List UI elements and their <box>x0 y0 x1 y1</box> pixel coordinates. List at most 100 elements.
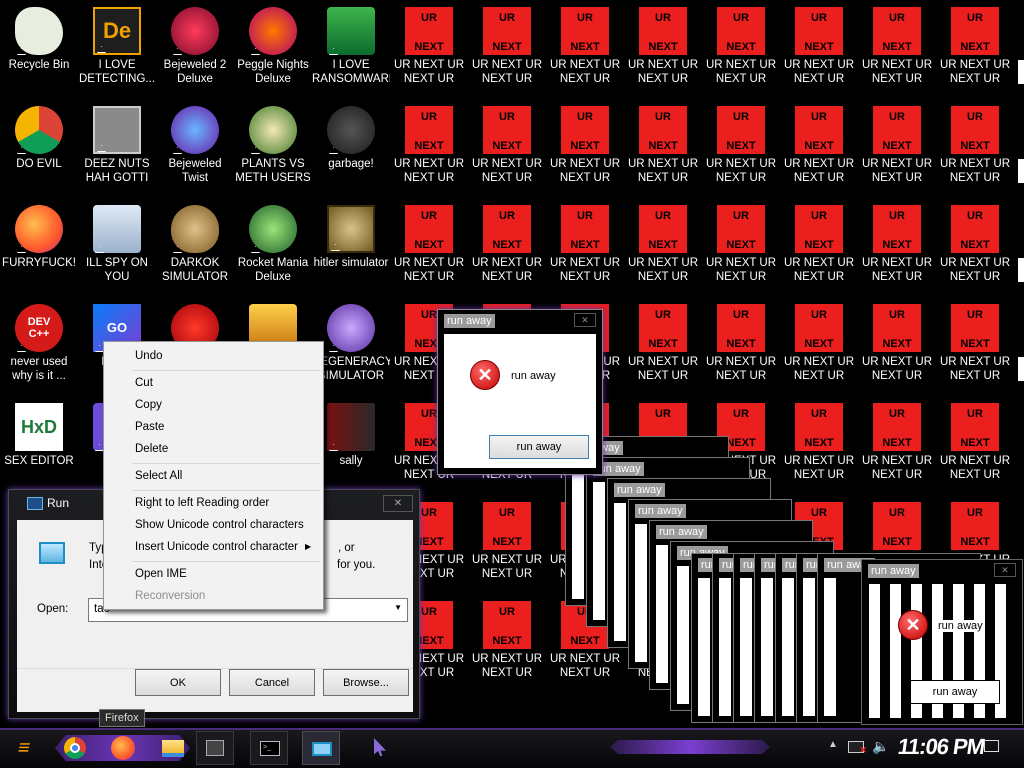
desktop-icon[interactable]: PLANTS VS METH USERS <box>234 99 312 198</box>
run-away-window[interactable]: run away ✕ ✕ run away run away <box>437 309 603 475</box>
ur-next-icon[interactable]: UR NEXT UR NEXT UR NEXT UR NE... <box>936 99 1014 198</box>
menu-item-insert-unicode[interactable]: Insert Unicode control character <box>135 541 298 553</box>
ur-next-icon[interactable]: UR NEXT UR NEXT UR NEXT UR NE... <box>546 99 624 198</box>
desktop: Recycle Bin De I LOVE DETECTING... Bejewele… <box>0 0 1024 728</box>
run-away-button[interactable]: run away <box>489 435 589 459</box>
ur-next-icon[interactable]: UR NEXT UR NEXT UR NEXT UR NE... <box>468 594 546 693</box>
ur-next-icon[interactable]: UR NEXT UR NEXT UR NEXT UR NE... <box>624 0 702 99</box>
menu-item-cut[interactable]: Cut <box>135 377 153 389</box>
desktop-icon[interactable]: hitler simulator <box>312 198 390 297</box>
ur-next-icon[interactable]: UR NEXT UR NEXT UR NEXT UR NE... <box>624 198 702 297</box>
ur-next-icon[interactable]: UR NEXT UR NEXT UR NEXT UR NE... <box>780 99 858 198</box>
ur-next-icon[interactable]: UR NEXT UR NEXT UR NEXT UR NE... <box>858 297 936 396</box>
network-warning-icon[interactable]: ✕ <box>848 741 867 755</box>
ur-next-icon[interactable]: UR NEXT UR NEXT UR NEXT UR NE... <box>468 198 546 297</box>
ur-next-icon[interactable]: UR NEXT UR NEXT UR NEXT UR NE... <box>858 396 936 495</box>
chevron-down-icon[interactable]: ▼ <box>394 603 402 612</box>
ur-next-icon[interactable]: UR NEXT UR NEXT UR NEXT UR NE... <box>780 297 858 396</box>
notifications-icon[interactable] <box>984 740 999 752</box>
ur-next-icon[interactable]: UR NEXT UR NEXT UR NEXT UR NE... <box>390 198 468 297</box>
run-away-titlebar[interactable]: run away <box>629 500 791 522</box>
run-away-titlebar[interactable]: run away <box>608 479 770 501</box>
red-square-icon: UR NEXT <box>717 304 765 352</box>
desktop-icon[interactable]: Bejeweled Twist <box>156 99 234 198</box>
browse-button[interactable]: Browse... <box>323 669 409 696</box>
ok-button[interactable]: OK <box>135 669 221 696</box>
close-icon[interactable]: ✕ <box>994 563 1016 577</box>
taskbar-run-app[interactable] <box>196 731 234 765</box>
ur-next-icon[interactable]: UR NEXT UR NEXT UR NEXT UR NE... <box>624 297 702 396</box>
ur-next-icon[interactable]: UR NEXT UR NEXT UR NEXT UR NE... <box>468 0 546 99</box>
desktop-icon[interactable]: Recycle Bin <box>0 0 78 99</box>
menu-separator <box>132 370 320 371</box>
taskbar-cmd-app[interactable]: >_ <box>250 731 288 765</box>
ur-next-icon[interactable]: UR NEXT UR NEXT UR NEXT UR NE... <box>858 198 936 297</box>
clock[interactable]: 11:06 PM <box>896 734 986 760</box>
ur-next-icon[interactable]: UR NEXT UR NEXT UR NEXT UR NE... <box>468 495 546 594</box>
desktop-icon[interactable]: De I LOVE DETECTING... <box>78 0 156 99</box>
ur-next-icon[interactable]: UR NEXT UR NEXT UR NEXT UR NE... <box>858 0 936 99</box>
desktop-icon[interactable]: DO EVIL <box>0 99 78 198</box>
desktop-icon[interactable]: DEV C++ never used why is it ... <box>0 297 78 396</box>
desktop-icon[interactable]: DEEZ NUTS HAH GOTTI <box>78 99 156 198</box>
ur-next-icon[interactable]: UR NEXT UR NEXT UR NEXT UR NE... <box>936 0 1014 99</box>
ur-next-icon[interactable]: UR NEXT UR NEXT UR NEXT UR NE... <box>390 0 468 99</box>
ur-next-icon[interactable]: UR NEXT UR NEXT UR NEXT UR NE... <box>702 198 780 297</box>
taskbar-run-dialog-app[interactable] <box>302 731 340 765</box>
run-away-window-front[interactable]: run away ✕ ✕ run away run away <box>861 559 1023 725</box>
ur-next-icon[interactable]: UR NEXT UR NEXT UR NEXT UR NE... <box>702 0 780 99</box>
ur-next-icon[interactable]: UR NEXT UR NEXT UR NEXT UR NE... <box>546 0 624 99</box>
context-menu[interactable]: Undo Cut Copy Paste Delete Select All Ri… <box>103 341 324 610</box>
desktop-icon[interactable]: I LOVE RANSOMWARE <box>312 0 390 99</box>
ur-next-icon[interactable]: UR NEXT UR NEXT UR NEXT UR NE... <box>468 99 546 198</box>
chrome-icon[interactable] <box>64 737 86 759</box>
close-button[interactable]: ✕ <box>383 495 413 512</box>
run-away-button[interactable]: run away <box>910 680 1000 704</box>
menu-item-delete[interactable]: Delete <box>135 443 168 455</box>
run-away-titlebar[interactable]: run away <box>650 521 812 543</box>
ur-icon-top-text: UR <box>967 210 983 222</box>
coin-icon <box>327 205 375 253</box>
firefox-icon[interactable] <box>111 736 135 760</box>
run-away-titlebar[interactable]: run away <box>587 458 749 480</box>
start-button[interactable]: ≡ <box>5 733 43 763</box>
desktop-icon[interactable]: DARKOK SIMULATOR <box>156 198 234 297</box>
menu-item-show-unicode[interactable]: Show Unicode control characters <box>135 519 304 531</box>
ur-next-icon[interactable]: UR NEXT UR NEXT UR NEXT UR NE... <box>702 99 780 198</box>
desktop-icon[interactable]: HxD SEX EDITOR <box>0 396 78 495</box>
menu-item-rtl-order[interactable]: Right to left Reading order <box>135 497 269 509</box>
file-explorer-icon[interactable] <box>162 740 184 757</box>
desktop-icon[interactable]: FURRYFUCK! <box>0 198 78 297</box>
desktop-icon[interactable]: Bejeweled 2 Deluxe <box>156 0 234 99</box>
ur-next-icon[interactable]: UR NEXT UR NEXT UR NEXT UR NE... <box>390 99 468 198</box>
close-icon[interactable]: ✕ <box>574 313 596 327</box>
ur-next-icon[interactable]: UR NEXT UR NEXT UR NEXT UR NE... <box>624 99 702 198</box>
ur-next-icon[interactable]: UR NEXT UR NEXT UR NEXT UR NE... <box>780 198 858 297</box>
volume-icon[interactable]: 🔈 <box>872 738 889 755</box>
menu-item-copy[interactable]: Copy <box>135 399 162 411</box>
desktop-icon[interactable]: garbage! <box>312 99 390 198</box>
run-away-titlebar[interactable]: run away ✕ <box>862 560 1022 582</box>
run-away-titlebar[interactable]: run away ✕ <box>438 310 602 332</box>
menu-item-undo[interactable]: Undo <box>135 350 163 362</box>
cancel-button[interactable]: Cancel <box>229 669 315 696</box>
ur-next-icon[interactable]: UR NEXT UR NEXT UR NEXT UR NE... <box>780 0 858 99</box>
show-hidden-icons-icon[interactable]: ▲ <box>828 739 838 750</box>
ur-next-icon[interactable]: UR NEXT UR NEXT UR NEXT UR NE... <box>936 396 1014 495</box>
ur-icon-label: UR NEXT UR NEXT UR NE... <box>705 158 777 184</box>
menu-item-paste[interactable]: Paste <box>135 421 164 433</box>
ur-next-icon[interactable]: UR NEXT UR NEXT UR NEXT UR NE... <box>936 297 1014 396</box>
desktop-icon[interactable]: Peggle Nights Deluxe <box>234 0 312 99</box>
ur-next-icon[interactable]: UR NEXT UR NEXT UR NEXT UR NE... <box>936 198 1014 297</box>
menu-item-select-all[interactable]: Select All <box>135 470 182 482</box>
ur-icon-top-text: UR <box>655 210 671 222</box>
menu-item-open-ime[interactable]: Open IME <box>135 568 187 580</box>
ur-next-icon[interactable]: UR NEXT UR NEXT UR NEXT UR NE... <box>546 198 624 297</box>
ur-next-icon[interactable]: UR NEXT UR NEXT UR NEXT UR NE... <box>858 99 936 198</box>
ur-next-icon[interactable]: UR NEXT UR NEXT UR NEXT UR NE... <box>780 396 858 495</box>
shortcut-arrow-icon <box>173 246 182 253</box>
desktop-icon[interactable]: Rocket Mania Deluxe <box>234 198 312 297</box>
desktop-icon[interactable]: ILL SPY ON YOU <box>78 198 156 297</box>
ur-icon-label: UR NEXT UR NEXT UR NE... <box>861 257 933 283</box>
ur-next-icon[interactable]: UR NEXT UR NEXT UR NEXT UR NE... <box>702 297 780 396</box>
